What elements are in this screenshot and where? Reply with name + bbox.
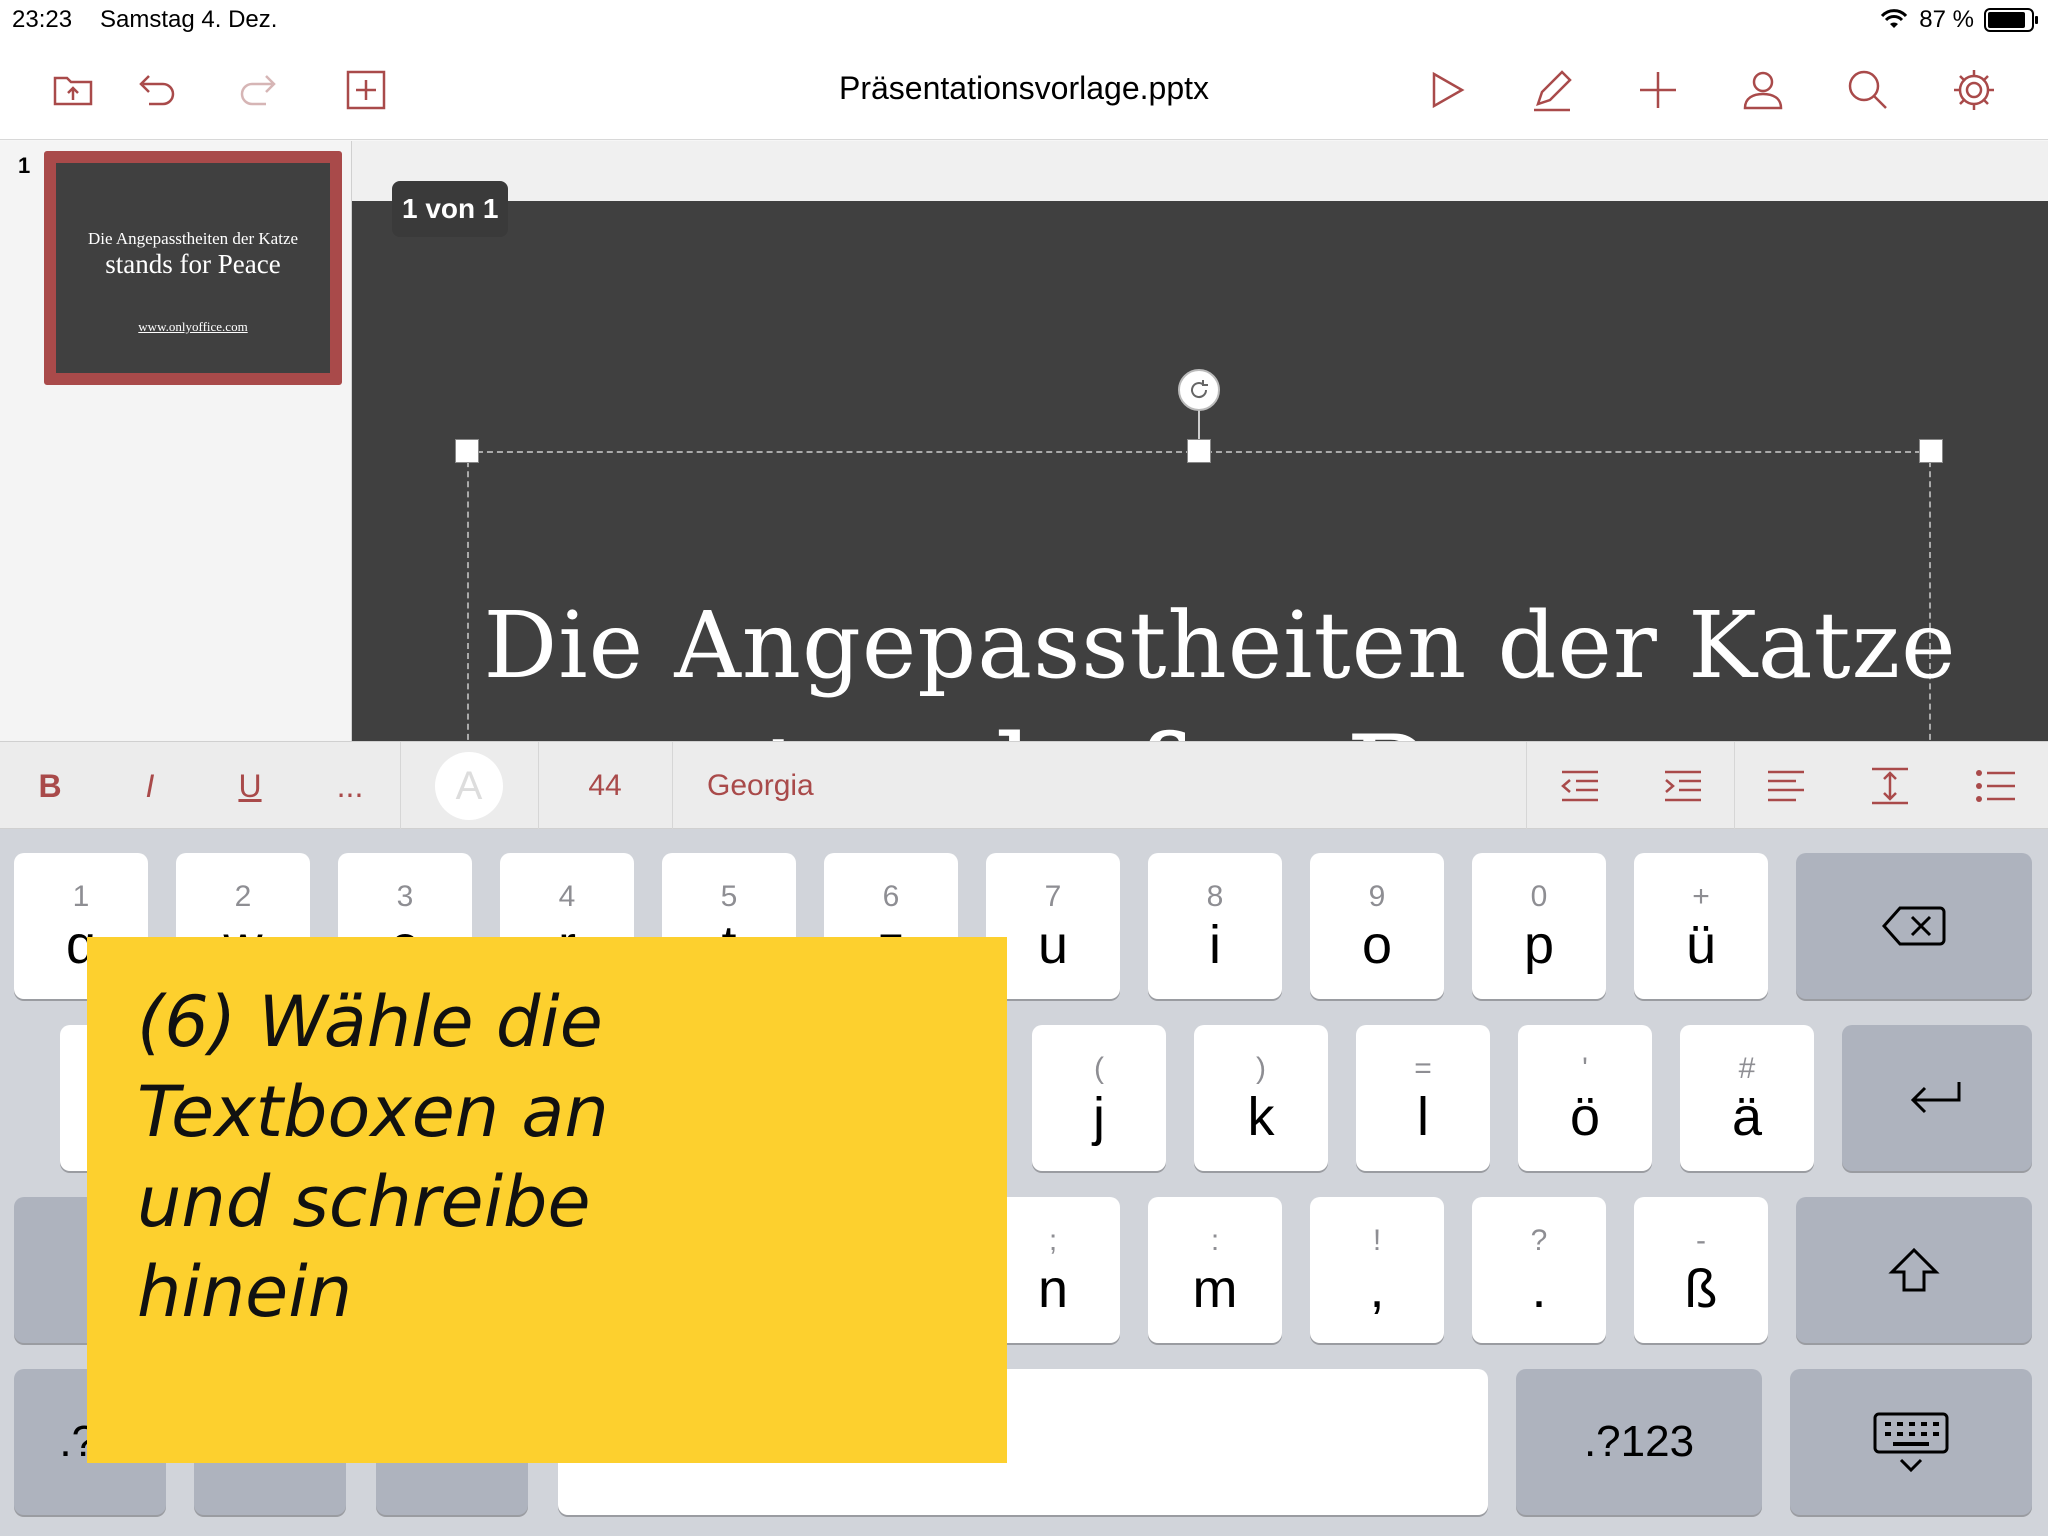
font-color-icon: A [435,752,503,820]
key-j[interactable]: (j [1032,1025,1166,1171]
add-slide-icon[interactable] [338,62,394,118]
key-period[interactable]: ?. [1472,1197,1606,1343]
font-name-button[interactable]: Georgia [672,742,872,830]
slide-subtitle[interactable]: stands for Peace [352,711,2048,741]
resize-handle[interactable] [1919,439,1943,463]
key-p[interactable]: 0p [1472,853,1606,999]
thumbnail-url: www.onlyoffice.com [138,319,248,334]
key-m[interactable]: :m [1148,1197,1282,1343]
resize-handle[interactable] [455,439,479,463]
key-o[interactable]: 9o [1310,853,1444,999]
return-key[interactable] [1842,1025,2032,1171]
key-ae[interactable]: # ä [1680,1025,1814,1171]
key-sz[interactable]: -ß [1634,1197,1768,1343]
shift-icon [1888,1247,1940,1292]
decrease-indent-icon[interactable] [1540,742,1620,830]
hide-keyboard-key[interactable] [1790,1369,2032,1515]
top-toolbar: Präsentationsvorlage.pptx [0,40,2048,140]
font-color-button[interactable]: A [400,742,538,830]
numbers-key[interactable]: .?123 [1516,1369,1762,1515]
increase-indent-icon[interactable] [1643,742,1723,830]
status-right: 87 % [1879,6,2038,34]
status-time: 23:23 [12,6,73,33]
backspace-icon [1882,906,1946,946]
keyboard-dismiss-icon [1873,1412,1949,1473]
resize-handle[interactable] [1187,439,1211,463]
status-bar: 23:23 Samstag 4. Dez. 87 % [0,0,2048,40]
align-left-icon[interactable] [1746,742,1826,830]
battery-percent: 87 % [1919,6,1974,33]
more-format-button[interactable]: ... [320,742,380,830]
divider [1734,742,1735,830]
folder-upload-icon[interactable] [45,62,101,118]
play-icon[interactable] [1418,62,1474,118]
backspace-key[interactable] [1796,853,2032,999]
edit-pen-icon[interactable] [1524,62,1580,118]
slide[interactable]: Die Angepasstheiten der Katze stands for… [352,201,2048,741]
key-i[interactable]: 8i [1148,853,1282,999]
italic-button[interactable]: I [120,742,180,830]
thumbnail-subtitle: stands for Peace [105,249,281,279]
slide-thumbnail-panel: 1 Die Angepasstheiten der Katze stands f… [0,141,352,741]
page-indicator: 1 von 1 [392,181,509,237]
slide-title[interactable]: Die Angepasstheiten der Katze [352,592,2048,699]
battery-fill [1988,12,2025,28]
bullet-list-icon[interactable] [1955,742,2035,830]
add-icon[interactable] [1630,62,1686,118]
line-spacing-icon[interactable] [1850,742,1930,830]
user-icon[interactable] [1735,62,1791,118]
return-icon [1910,1082,1961,1114]
wifi-icon [1881,9,1908,28]
key-oe[interactable]: ' ö [1518,1025,1652,1171]
bold-button[interactable]: B [20,742,80,830]
settings-gear-icon[interactable] [1946,62,2002,118]
thumbnail-number: 1 [18,153,31,178]
key-comma[interactable]: !, [1310,1197,1444,1343]
battery-icon [1984,8,2038,32]
redo-icon [232,62,288,118]
thumbnail-preview: Die Angepasstheiten der Katze stands for… [56,163,330,373]
undo-icon[interactable] [127,62,183,118]
slide-canvas: 1 von 1 Die Angepasstheiten der Katze st… [352,141,2048,741]
format-bar: B I U ... A 44 Georgia [0,741,2048,830]
rotate-handle-icon[interactable] [1178,369,1220,411]
thumbnail-title: Die Angepasstheiten der Katze [87,229,299,248]
status-date: Samstag 4. Dez. [100,6,278,33]
divider [1526,742,1527,830]
shift-right-key[interactable] [1796,1197,2032,1343]
underline-button[interactable]: U [220,742,280,830]
key-k[interactable]: ) k [1194,1025,1328,1171]
sticky-note-text: (6) Wähle die Textboxen an und schreibe … [137,981,609,1333]
key-ue[interactable]: + ü [1634,853,1768,999]
search-icon[interactable] [1840,62,1896,118]
sticky-note: (6) Wähle die Textboxen an und schreibe … [87,937,1007,1463]
font-size-button[interactable]: 44 [538,742,672,830]
slide-thumbnail[interactable]: Die Angepasstheiten der Katze stands for… [44,151,342,385]
key-l[interactable]: = l [1356,1025,1490,1171]
